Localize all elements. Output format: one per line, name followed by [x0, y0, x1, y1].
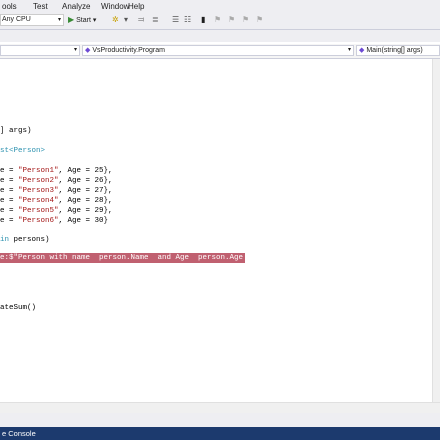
document-tab-well [0, 30, 440, 42]
code-editor[interactable]: ] args) st<Person> e = "Person1", Age = … [0, 59, 433, 402]
start-dropdown-icon[interactable]: ▾ [93, 17, 97, 24]
comment-icon[interactable]: ☰ [172, 15, 179, 25]
code-line: e = "Person5", Age = 29}, [0, 207, 113, 215]
project-dropdown[interactable]: ▾ [0, 45, 80, 56]
menu-tools[interactable]: ools [2, 2, 17, 11]
bottom-tab-bar: e Console [0, 427, 440, 440]
bookmark-clear-icon[interactable]: ⚑ [242, 15, 249, 25]
highlighted-code-line: e:$"Person with name person.Name and Age… [0, 253, 257, 263]
class-path-label: VsProductivity.Program [92, 47, 165, 54]
menu-help[interactable]: Help [128, 2, 144, 11]
bookmark-icon[interactable]: ▮ [201, 15, 205, 25]
bookmark-prev-icon[interactable]: ⚑ [214, 15, 221, 25]
toolbar: Any CPU ▾ ▶ Start ▾ ✲ ▾ ⫤ ≣ ☰ ☷ ▮ ⚑ ⚑ ⚑ … [0, 13, 440, 30]
chevron-down-icon: ▾ [73, 47, 77, 53]
browse-icon[interactable]: ✲ [112, 15, 119, 25]
bookmark-next-icon[interactable]: ⚑ [228, 15, 235, 25]
class-dropdown[interactable]: ◆ VsProductivity.Program ▾ [82, 45, 354, 56]
start-button[interactable]: ▶ Start ▾ [68, 14, 108, 26]
menu-analyze[interactable]: Analyze [62, 2, 90, 11]
uncomment-icon[interactable]: ☷ [184, 15, 191, 25]
dropdown-icon[interactable]: ▾ [124, 15, 128, 25]
chevron-down-icon: ▾ [347, 47, 351, 53]
class-icon: ◆ [85, 47, 91, 54]
menu-window[interactable]: Window [101, 2, 129, 11]
code-line: ] args) [0, 127, 32, 135]
menu-test[interactable]: Test [33, 2, 48, 11]
start-label: Start [76, 17, 91, 24]
menu-bar: ools Test Analyze Window Help [0, 0, 440, 13]
method-icon: ◆ [359, 47, 365, 54]
code-line: e = "Person3", Age = 27}, [0, 187, 113, 195]
tool-window-well [0, 413, 440, 427]
member-dropdown[interactable]: ◆ Main(string[] args) [356, 45, 440, 56]
member-label: Main(string[] args) [366, 47, 423, 54]
code-line: st<Person> [0, 147, 46, 155]
play-icon: ▶ [68, 15, 75, 24]
code-line: ateSum() [0, 304, 37, 312]
align-icon[interactable]: ≣ [152, 15, 159, 25]
console-tab[interactable]: e Console [2, 429, 36, 438]
vertical-scrollbar[interactable] [432, 59, 440, 402]
code-line: e = "Person4", Age = 28}, [0, 197, 113, 205]
code-line: e = "Person6", Age = 30} [0, 217, 109, 225]
horizontal-scrollbar[interactable] [0, 402, 440, 413]
format-icon[interactable]: ⫤ [138, 15, 144, 25]
platform-label: Any CPU [2, 16, 31, 23]
chevron-down-icon: ▾ [57, 17, 61, 23]
code-line: in persons) [0, 236, 50, 244]
platform-dropdown[interactable]: Any CPU ▾ [0, 14, 64, 26]
bookmark-folder-icon[interactable]: ⚑ [256, 15, 263, 25]
navigation-bar: ▾ ◆ VsProductivity.Program ▾ ◆ Main(stri… [0, 44, 440, 59]
code-line: e = "Person2", Age = 26}, [0, 177, 113, 185]
code-line: e = "Person1", Age = 25}, [0, 167, 113, 175]
